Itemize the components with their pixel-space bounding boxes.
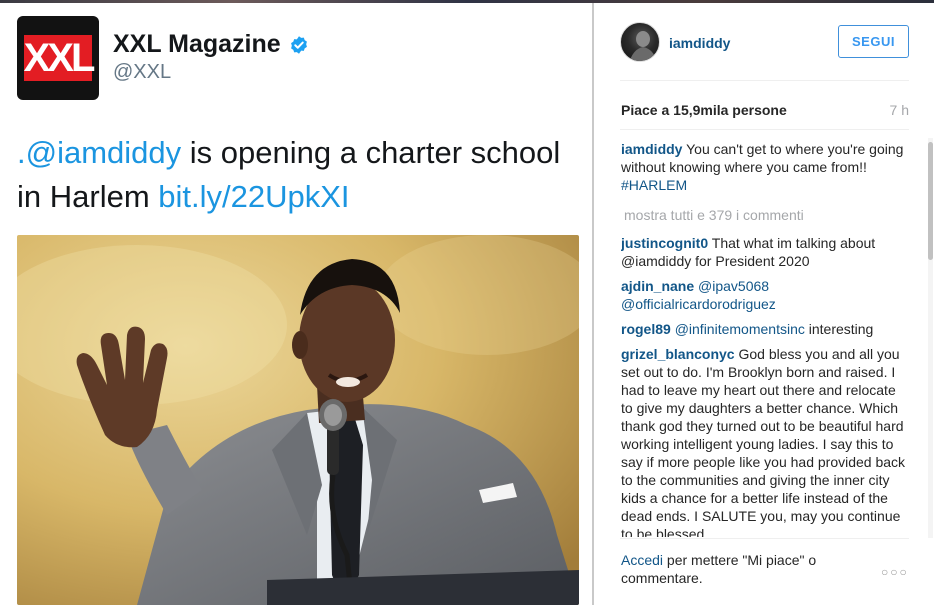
verified-badge-icon: [290, 35, 307, 54]
photo-illustration: [17, 235, 579, 605]
tweet-card: XXL XXL Magazine @XXL .@iamdiddy is open…: [0, 3, 592, 605]
tweet-text: .@iamdiddy is opening a charter school i…: [17, 131, 587, 219]
follow-button[interactable]: SEGUI: [838, 25, 909, 58]
comment-text: interesting: [804, 321, 874, 337]
divider: [620, 538, 909, 539]
likes-count[interactable]: Piace a 15,9mila persone: [621, 102, 787, 118]
caption: iamdiddy You can't get to where you're g…: [621, 140, 911, 194]
xxl-logo[interactable]: XXL: [17, 16, 99, 100]
instagram-username[interactable]: iamdiddy: [669, 35, 730, 51]
list-item: ajdin_nane @ipav5068 @officialricardorod…: [621, 277, 911, 313]
login-link[interactable]: Accedi: [621, 552, 663, 568]
list-item: grizel_blanconyc God bless you and all y…: [621, 345, 911, 537]
show-all-comments-link[interactable]: mostra tutti e 379 i commenti: [624, 206, 911, 224]
hashtag-link[interactable]: #HARLEM: [621, 177, 687, 193]
comment-username[interactable]: rogel89: [621, 321, 671, 337]
comment-username[interactable]: grizel_blanconyc: [621, 346, 735, 362]
login-prompt: Accedi per mettere "Mi piace" o commenta…: [621, 551, 851, 587]
instagram-header: iamdiddy SEGUI: [594, 3, 934, 81]
xxl-logo-text: XXL: [23, 36, 96, 80]
instagram-panel: iamdiddy SEGUI Piace a 15,9mila persone …: [594, 3, 934, 605]
tweet-photo[interactable]: [17, 235, 579, 605]
screenshot-frame: XXL XXL Magazine @XXL .@iamdiddy is open…: [0, 0, 934, 605]
avatar-silhouette-icon: [629, 31, 657, 61]
xxl-logo-box: XXL: [23, 35, 96, 81]
comment-username[interactable]: iamdiddy: [621, 141, 682, 157]
tweet-url-link[interactable]: bit.ly/22UpkXI: [158, 179, 349, 214]
more-options-icon[interactable]: ○○○: [881, 565, 909, 579]
comment-username[interactable]: justincognit0: [621, 235, 708, 251]
avatar[interactable]: [620, 22, 660, 62]
divider: [620, 80, 909, 81]
scrollbar-thumb[interactable]: [928, 142, 933, 260]
comment-username[interactable]: ajdin_nane: [621, 278, 694, 294]
account-name-text: XXL Magazine: [113, 30, 281, 58]
account-name[interactable]: XXL Magazine: [113, 30, 309, 59]
list-item: justincognit0 That what im talking about…: [621, 234, 911, 270]
comment-mention[interactable]: @infinitemomentsinc: [675, 321, 805, 337]
account-handle[interactable]: @XXL: [113, 61, 171, 84]
list-item: rogel89 @infinitemomentsinc interesting: [621, 320, 911, 338]
likes-row: Piace a 15,9mila persone 7 h: [621, 102, 909, 118]
comment-text: God bless you and all you set out to do.…: [621, 346, 906, 537]
comments-scrollbar[interactable]: [928, 138, 933, 538]
divider: [620, 129, 909, 130]
post-time[interactable]: 7 h: [890, 102, 909, 118]
tweet-mention-link[interactable]: .@iamdiddy: [17, 135, 181, 170]
comments-list[interactable]: iamdiddy You can't get to where you're g…: [621, 140, 911, 537]
